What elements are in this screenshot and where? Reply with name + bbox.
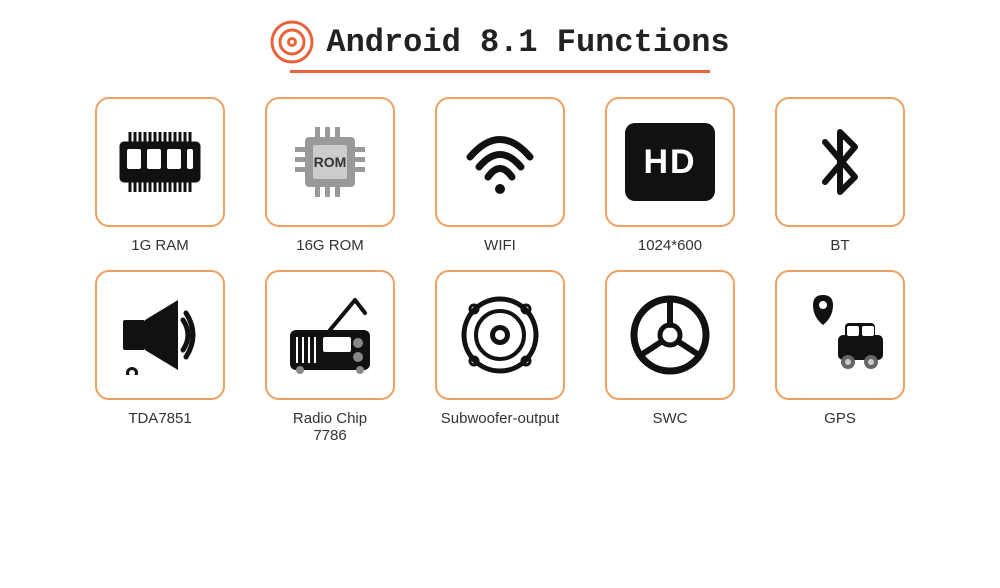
feature-ram: 1G RAM	[80, 97, 240, 254]
feature-wifi: WIFI	[420, 97, 580, 254]
feature-radio: Radio Chip 7786	[250, 270, 410, 444]
page-title: Android 8.1 Functions	[326, 24, 729, 61]
hd-label: 1024*600	[638, 237, 702, 254]
swc-icon-box	[605, 270, 735, 400]
sub-icon-box	[435, 270, 565, 400]
bt-label: BT	[830, 237, 849, 254]
radio-icon	[285, 295, 375, 375]
ram-icon-box	[95, 97, 225, 227]
radio-label: Radio Chip 7786	[293, 410, 367, 444]
hd-icon: HD	[625, 123, 715, 201]
android-icon	[270, 20, 314, 64]
gps-icon	[793, 295, 888, 375]
feature-rom: ROM 16G ROM	[250, 97, 410, 254]
ram-icon	[115, 127, 205, 197]
steering-wheel-icon	[628, 293, 713, 378]
speaker-icon	[118, 295, 203, 375]
feature-sub: Subwoofer-output	[420, 270, 580, 444]
feature-gps: GPS	[760, 270, 920, 444]
bt-icon-box	[775, 97, 905, 227]
swc-label: SWC	[653, 410, 688, 427]
wifi-icon-box	[435, 97, 565, 227]
rom-icon-box: ROM	[265, 97, 395, 227]
wifi-icon	[460, 127, 540, 197]
tda-icon-box	[95, 270, 225, 400]
svg-text:ROM: ROM	[314, 154, 347, 170]
ram-label: 1G RAM	[131, 237, 189, 254]
feature-swc: SWC	[590, 270, 750, 444]
wifi-label: WIFI	[484, 237, 516, 254]
feature-hd: HD 1024*600	[590, 97, 750, 254]
feature-bt: BT	[760, 97, 920, 254]
radio-icon-box	[265, 270, 395, 400]
subwoofer-icon	[460, 295, 540, 375]
gps-label: GPS	[824, 410, 856, 427]
tda-label: TDA7851	[128, 410, 191, 427]
gps-icon-box	[775, 270, 905, 400]
features-grid: 1G RAM ROM	[80, 97, 920, 444]
page-header: Android 8.1 Functions	[270, 20, 729, 64]
rom-label: 16G ROM	[296, 237, 364, 254]
hd-icon-box: HD	[605, 97, 735, 227]
sub-label: Subwoofer-output	[441, 410, 559, 427]
title-underline	[290, 70, 710, 73]
bluetooth-icon	[810, 122, 870, 202]
rom-icon: ROM	[285, 117, 375, 207]
feature-tda: TDA7851	[80, 270, 240, 444]
